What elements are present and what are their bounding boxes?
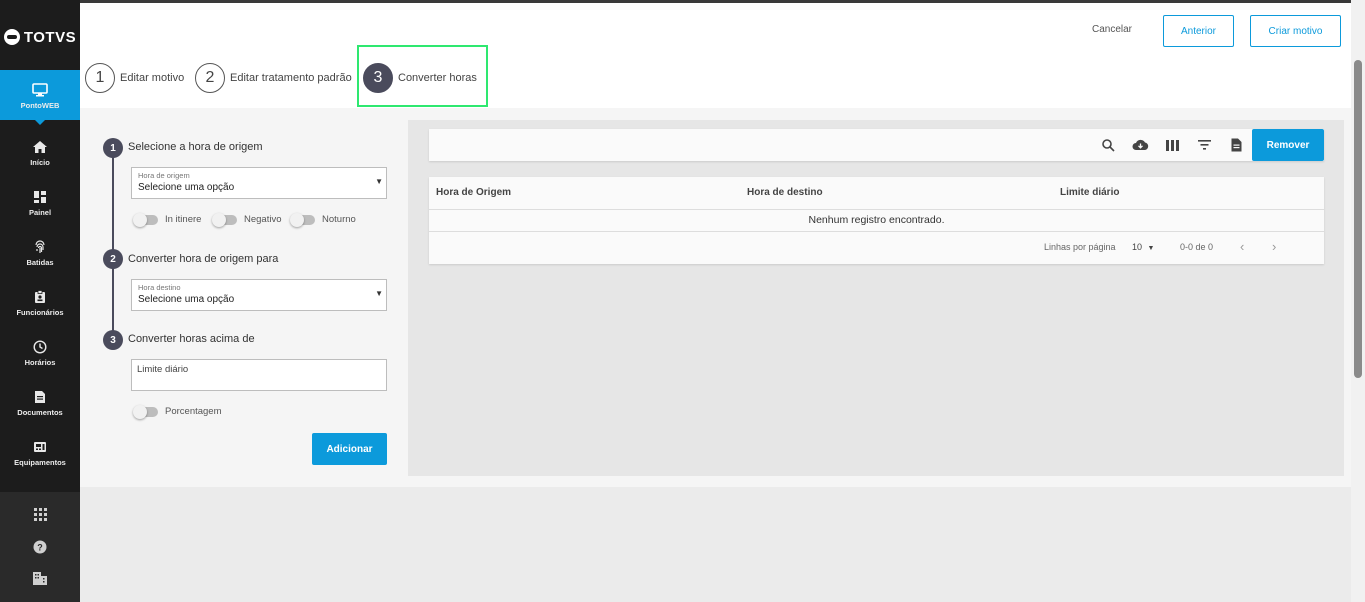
active-step-highlight [357,45,488,107]
form-step-number: 3 [103,330,123,350]
rows-per-page-select[interactable]: 10 ▼ [1132,242,1154,252]
form-step-title: Converter horas acima de [128,333,255,345]
toggle-label: Porcentagem [165,406,222,417]
stepper-step-2[interactable]: 2 Editar tratamento padrão [195,62,352,94]
stepper-step-1[interactable]: 1 Editar motivo [85,62,184,94]
rules-table: Hora de Origem Hora de destino Limite di… [429,177,1324,264]
file-icon[interactable] [1228,137,1244,153]
brand-logo[interactable]: TOTVS [0,22,80,52]
monitor-icon [32,81,48,99]
rules-table-panel [408,120,1344,476]
toggle-label: Negativo [244,214,282,225]
table-divider [429,209,1324,210]
search-icon[interactable] [1100,137,1116,153]
sidebar-item-horarios[interactable]: Horários [0,330,80,374]
building-icon[interactable] [0,572,80,588]
remove-button[interactable]: Remover [1252,129,1324,161]
form-step-number: 1 [103,138,123,158]
rows-per-page-value: 10 [1132,242,1143,252]
sidebar-item-label: PontoWEB [20,100,60,110]
form-step-title: Selecione a hora de origem [128,141,263,153]
document-icon [34,388,46,406]
sidebar-item-label: Início [30,157,50,167]
clock-icon [33,338,47,356]
table-toolbar [429,129,1324,161]
device-icon [33,438,47,456]
form-steps-line [112,147,114,339]
column-header-destination[interactable]: Hora de destino [747,187,823,198]
apps-grid-icon[interactable] [0,508,80,524]
sidebar-item-label: Equipamentos [14,457,66,467]
cloud-download-icon[interactable] [1131,137,1149,153]
filter-icon[interactable] [1196,137,1212,153]
in-itinere-toggle[interactable] [133,213,158,227]
add-button[interactable]: Adicionar [312,433,387,465]
pagination-range: 0-0 de 0 [1180,242,1214,252]
step-label: Editar motivo [120,72,185,84]
toggle-label: Noturno [322,214,356,225]
origin-hour-select[interactable]: Hora de origem Selecione uma opção ▼ [131,167,387,199]
totvs-logo-icon [3,29,20,45]
sidebar-item-inicio[interactable]: Início [0,130,80,174]
caret-down-icon: ▼ [375,177,383,186]
rows-per-page-label: Linhas por página [1044,242,1116,252]
create-reason-button[interactable]: Criar motivo [1250,15,1341,47]
page-bottom-area [80,487,1365,602]
next-page-icon[interactable]: › [1272,239,1276,254]
brand-logo-text: TOTVS [23,28,77,46]
svg-text:?: ? [37,543,43,553]
negativo-toggle[interactable] [212,213,237,227]
destination-hour-select[interactable]: Hora destino Selecione uma opção ▼ [131,279,387,311]
sidebar-item-painel[interactable]: Painel [0,180,80,224]
dashboard-icon [33,188,47,206]
badge-icon [34,288,46,306]
empty-table-message: Nenhum registro encontrado. [808,214,945,226]
noturno-toggle[interactable] [290,213,315,227]
select-caption: Hora de origem [138,171,190,180]
step-label: Editar tratamento padrão [230,72,352,84]
porcentagem-toggle[interactable] [133,405,158,419]
sidebar-item-pontoweb[interactable]: PontoWEB [0,70,80,125]
form-step-title: Converter hora de origem para [128,253,279,265]
form-step-number: 2 [103,249,123,269]
column-header-daily-limit[interactable]: Limite diário [1060,187,1119,198]
sidebar-item-label: Documentos [17,407,63,417]
step-number: 2 [195,63,225,93]
sidebar-item-funcionarios[interactable]: Funcionários [0,280,80,324]
sidebar-item-batidas[interactable]: Batidas [0,230,80,274]
sidebar-item-label: Funcionários [16,307,64,317]
help-icon[interactable]: ? [0,540,80,557]
sidebar-item-equipamentos[interactable]: Equipamentos [0,430,80,474]
home-icon [32,138,48,156]
sidebar: TOTVS PontoWEB Início Painel Batidas Fun… [0,0,80,602]
previous-page-icon[interactable]: ‹ [1240,239,1244,254]
previous-button[interactable]: Anterior [1163,15,1234,47]
sidebar-item-label: Batidas [26,257,54,267]
select-value: Selecione uma opção [138,182,235,193]
caret-down-icon: ▼ [375,289,383,298]
select-caption: Hora destino [138,283,181,292]
table-divider [429,231,1324,232]
sidebar-item-documentos[interactable]: Documentos [0,380,80,424]
input-placeholder: Limite diário [137,364,189,375]
daily-limit-input[interactable]: Limite diário [131,359,387,391]
sidebar-item-label: Painel [28,207,52,217]
fingerprint-icon [33,238,47,256]
scrollbar-thumb[interactable] [1354,60,1362,378]
column-header-origin[interactable]: Hora de Origem [436,187,511,198]
cancel-button[interactable]: Cancelar [1082,24,1142,38]
caret-down-icon: ▼ [1147,245,1155,252]
columns-icon[interactable] [1164,137,1180,153]
toggle-label: In itinere [165,214,202,225]
sidebar-item-label: Horários [24,357,56,367]
sidebar-lower-section: ? [0,492,80,602]
select-value: Selecione uma opção [138,294,235,305]
step-number: 1 [85,63,115,93]
